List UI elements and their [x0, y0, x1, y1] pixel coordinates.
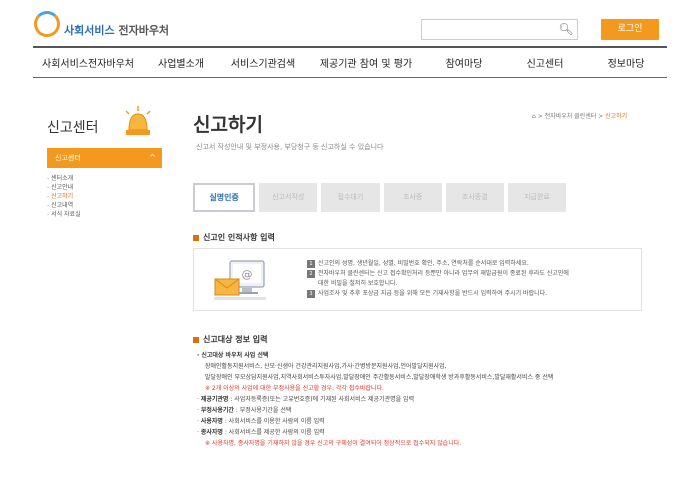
svg-text:@: @ [242, 268, 253, 281]
step-paid: 지급완료 [507, 183, 567, 212]
side-item-guide[interactable]: 신고안내 [47, 183, 81, 192]
info-line: · 신고대상 바우처 사업 선택 [197, 352, 269, 359]
section-title-reporter: 신고인 인적사항 입력 [193, 232, 275, 243]
logo-text-bold: 전자바우처 [118, 24, 170, 37]
mail-monitor-icon: @ [214, 260, 266, 300]
target-info-list: · 신고대상 바우처 사업 선택 장애인활동지원서비스, 산모·신생아 건강관리… [197, 350, 553, 449]
logo-icon[interactable] [34, 11, 60, 37]
info-line: · 제공기관명 : 사업자등록증(또는 고유번호증)에 기재된 사회서비스 제공… [197, 396, 415, 403]
breadcrumb-item[interactable]: 전자바우처 클린센터 [545, 113, 597, 120]
side-item-report[interactable]: 신고하기 [47, 192, 81, 201]
step-investigating: 조사중 [383, 183, 442, 212]
info-line: · 사용자명 : 사회서비스를 이용한 사람의 이름 입력 [197, 418, 325, 425]
side-menu-list: 센터소개 신고안내 신고하기 신고내역 서식 자료실 [47, 174, 81, 219]
search-icon[interactable]: 🔍︎ [558, 21, 574, 37]
info-line: 장애인활동지원서비스, 산모·신생아 건강관리지원사업,가사·간병방문지원사업,… [205, 363, 447, 370]
chevron-up-icon: ^ [149, 153, 156, 162]
info-line: · 종사자명 : 사회서비스를 제공한 사람의 이름 입력 [197, 429, 325, 436]
nav-item-participation[interactable]: 참여마당 [425, 55, 503, 70]
search-input[interactable] [421, 19, 578, 40]
breadcrumb-current: 신고하기 [605, 113, 628, 120]
login-button[interactable]: 로그인 [601, 19, 659, 40]
main-navigation: 사회서비스전자바우처 사업별소개 서비스기관검색 제공기관 참여 및 평가 참여… [33, 46, 667, 78]
notice-item: 3 사업조사 및 추후 포상금 지급 등을 위해 모든 기재사항을 반드시 입력하… [307, 289, 569, 299]
page-title: 신고하기 [193, 114, 263, 136]
side-title: 신고센터 [47, 120, 99, 136]
home-icon[interactable]: ⌂ [532, 113, 536, 120]
nav-item-info[interactable]: 정보마당 [587, 55, 665, 70]
nav-item-programs[interactable]: 사업별소개 [143, 55, 219, 70]
logo[interactable]: 사회서비스 전자바우처 [64, 22, 169, 38]
side-item-intro[interactable]: 센터소개 [47, 174, 81, 183]
info-warning: ※ 2개 이상의 사업에 대한 부정사용을 신고할 경우, 각각 접수바랍니다. [205, 385, 384, 392]
nav-item-voucher[interactable]: 사회서비스전자바우처 [33, 55, 143, 70]
side-item-history[interactable]: 신고내역 [47, 201, 81, 210]
step-waiting: 접수대기 [321, 183, 380, 212]
logo-text: 사회서비스 [64, 24, 115, 37]
step-identity: 실명인증 [193, 183, 256, 212]
section-title-target: 신고대상 정보 입력 [193, 334, 267, 345]
info-line: 발달장애인 부모상담지원사업,지역사회서비스투자사업,발달장애인 주간활동서비스… [205, 374, 554, 381]
step-write: 신고서작성 [259, 183, 318, 212]
step-closed: 조사종결 [445, 183, 504, 212]
nav-item-provider[interactable]: 제공기관 참여 및 평가 [307, 55, 425, 70]
breadcrumb: ⌂ > 전자바우처 클린센터 > 신고하기 [532, 113, 628, 120]
nav-item-agency-search[interactable]: 서비스기관검색 [219, 55, 307, 70]
siren-icon [125, 106, 151, 135]
side-menu-header-label: 신고센터 [55, 154, 81, 162]
page-subtitle: 신고서 작성안내 및 부정사용, 부당청구 등 신고하실 수 있습니다 [196, 143, 384, 151]
notice-item: 2 전자바우처 클린센터는 신고 접수확인처리 등뿐만 아니라 업무의 재발급원이… [307, 269, 569, 279]
notice-item: 1 신고인의 성명, 생년월일, 성별, 비밀번호 확인, 주소, 연락처를 순서… [307, 259, 569, 269]
side-item-forms[interactable]: 서식 자료실 [47, 210, 81, 219]
notice-item-cont: 대한 비밀을 철저히 보호합니다. [318, 280, 398, 287]
nav-item-report-center[interactable]: 신고센터 [503, 55, 587, 70]
info-line: · 부정사용기간 : 부정사용기간을 선택 [197, 407, 292, 414]
progress-steps: 실명인증 신고서작성 접수대기 조사중 조사종결 지급완료 [193, 183, 567, 212]
notice-list: 1 신고인의 성명, 생년월일, 성별, 비밀번호 확인, 주소, 연락처를 순서… [307, 259, 569, 299]
info-warning: ※ 사용자명, 종사자명을 기재하지 않을 경우 신고의 구체성이 결여되어 정… [205, 440, 462, 447]
side-menu-header[interactable]: 신고센터 ^ [47, 148, 162, 168]
